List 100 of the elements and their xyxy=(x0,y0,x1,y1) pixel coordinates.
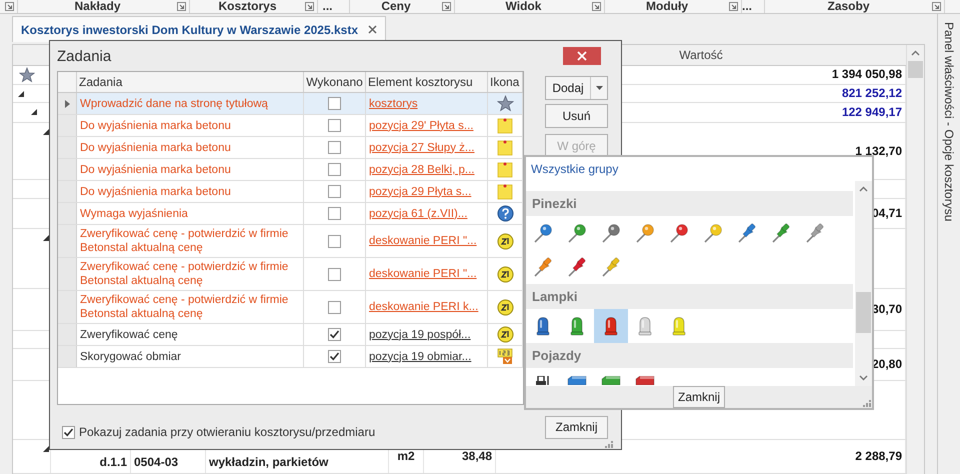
done-checkbox[interactable] xyxy=(328,141,341,154)
ribbon-group-label: ... xyxy=(321,0,334,13)
picker-title: Wszystkie grupy xyxy=(530,161,620,178)
task-text: Wymaga wyjaśnienia xyxy=(80,206,188,220)
value-cell: 1 394 050,98 xyxy=(832,67,902,82)
expander-icon[interactable] xyxy=(43,446,49,452)
value-cell: 821 252,12 xyxy=(842,86,902,102)
scrollbar[interactable] xyxy=(855,181,872,386)
task-row[interactable]: Zweryfikować cenę pozycja 19 pospół... xyxy=(58,324,523,346)
task-row[interactable]: Do wyjaśnienia marka betonu pozycja 29 Płyta s... xyxy=(58,181,523,203)
element-link[interactable]: kosztorys xyxy=(369,96,418,110)
value-cell: 122 949,17 xyxy=(842,105,902,120)
value-cell: 1 132,70 xyxy=(855,144,902,159)
dialog-launcher-icon[interactable] xyxy=(305,2,314,11)
help-icon xyxy=(496,205,514,222)
element-link[interactable]: pozycja 61 (z.VII)... xyxy=(369,206,468,220)
task-text: Do wyjaśnienia marka betonu xyxy=(80,118,231,132)
done-checkbox[interactable] xyxy=(328,328,341,341)
dialog-launcher-icon[interactable] xyxy=(442,2,451,11)
dialog-launcher-icon[interactable] xyxy=(932,2,941,11)
resize-grip-icon[interactable] xyxy=(605,440,613,448)
dialog-launcher-icon[interactable] xyxy=(592,2,601,11)
done-checkbox[interactable] xyxy=(328,185,341,198)
ribbon-group-label: ... xyxy=(742,0,752,13)
task-row[interactable]: Zweryfikować cenę - potwierdzić w firmie Betonstal aktualną cenę deskowanie PERI "... xyxy=(58,225,523,258)
close-button[interactable] xyxy=(563,47,601,65)
task-row[interactable]: Do wyjaśnienia marka betonu pozycja 28 Belki, p... xyxy=(58,159,523,181)
element-link[interactable]: pozycja 28 Belki, p... xyxy=(369,162,474,176)
dialog-launcher-icon[interactable] xyxy=(5,2,14,11)
task-row[interactable]: Do wyjaśnienia marka betonu pozycja 27 Słupy ż... xyxy=(58,137,523,159)
done-checkbox[interactable] xyxy=(328,300,341,314)
star-icon xyxy=(19,66,35,83)
side-panel-tab[interactable]: Panel właściwości - Opcje kosztorysu xyxy=(942,22,956,474)
table-cell: d.1.1 xyxy=(100,455,127,470)
task-row[interactable]: Do wyjaśnienia marka betonu pozycja 29' Płyta s... xyxy=(58,115,523,137)
group-header: Lampki xyxy=(526,284,853,309)
scroll-up-icon[interactable] xyxy=(911,50,920,56)
element-link[interactable]: pozycja 19 pospół... xyxy=(369,328,471,342)
done-checkbox[interactable] xyxy=(328,234,341,248)
column-header[interactable]: Wykonano xyxy=(306,75,363,89)
scroll-down-icon[interactable] xyxy=(859,375,868,381)
table-cell: 0504-03 xyxy=(134,455,178,470)
value-cell: 2 288,79 xyxy=(855,449,902,464)
checkbox[interactable] xyxy=(62,426,75,438)
done-checkbox[interactable] xyxy=(328,163,341,176)
task-text: Wprowadzić dane na stronę tytułową xyxy=(80,96,268,110)
element-link[interactable]: deskowanie PERI k... xyxy=(369,300,478,314)
scroll-thumb[interactable] xyxy=(856,292,871,333)
scroll-up-icon[interactable] xyxy=(859,186,868,192)
task-row[interactable]: Skorygować obmiar pozycja 19 obmiar... xyxy=(58,346,523,368)
column-header[interactable]: Zadania xyxy=(79,75,122,89)
split-button[interactable]: Dodaj xyxy=(545,76,608,100)
task-text: Zweryfikować cenę - potwierdzić w firmie Betonstal aktualną cenę xyxy=(80,260,290,288)
document-tab[interactable]: Kosztorys inwestorski Dom Kultury w Warszawie 2025.kstx xyxy=(12,16,386,42)
resize-grip-icon[interactable] xyxy=(863,399,871,407)
ribbon-group-label: Kosztorys xyxy=(217,0,278,13)
close-dialog-button[interactable]: Zamknij xyxy=(545,416,608,438)
ribbon-group-label: Nakłady xyxy=(73,0,122,13)
element-link[interactable]: deskowanie PERI "... xyxy=(369,267,477,281)
done-checkbox[interactable] xyxy=(328,207,341,220)
sticky-note-icon xyxy=(497,161,513,178)
task-row[interactable]: Zweryfikować cenę - potwierdzić w firmie Betonstal aktualną cenę deskowanie PERI "... xyxy=(58,258,523,291)
done-checkbox[interactable] xyxy=(328,119,341,132)
element-link[interactable]: pozycja 29' Płyta s... xyxy=(369,118,474,132)
column-header[interactable]: Ikona xyxy=(490,75,520,89)
task-text: Zweryfikować cenę - potwierdzić w firmie Betonstal aktualną cenę xyxy=(80,227,290,255)
value-cell: 20,80 xyxy=(872,357,902,372)
done-checkbox[interactable] xyxy=(328,350,341,363)
task-text: Do wyjaśnienia marka betonu xyxy=(80,184,231,198)
done-checkbox[interactable] xyxy=(328,268,341,280)
element-link[interactable]: pozycja 27 Słupy ż... xyxy=(369,140,474,154)
expander-icon[interactable] xyxy=(31,109,37,116)
sticky-note-icon xyxy=(497,117,513,134)
close-icon[interactable] xyxy=(368,25,378,34)
task-row[interactable]: Zweryfikować cenę - potwierdzić w firmie Betonstal aktualną cenę deskowanie PERI k... xyxy=(58,291,523,324)
scroll-thumb[interactable] xyxy=(908,61,923,78)
ribbon-group-label: Ceny xyxy=(380,0,412,13)
done-checkbox[interactable] xyxy=(328,97,341,110)
close-picker-button[interactable]: Zamknij xyxy=(672,386,725,408)
checkbox-label: Pokazuj zadania przy otwieraniu kosztorysu/przedmiaru xyxy=(79,425,376,439)
row-indicator-icon xyxy=(64,100,70,108)
expander-icon[interactable] xyxy=(18,90,24,97)
table-cell: 38,48 xyxy=(462,449,492,464)
scrollbar[interactable] xyxy=(906,45,924,474)
element-link[interactable]: deskowanie PERI "... xyxy=(369,234,477,248)
ribbon-group-label: Moduły xyxy=(645,0,689,13)
column-header[interactable]: Wartość xyxy=(679,48,723,62)
star-icon xyxy=(496,95,514,112)
dialog-launcher-icon[interactable] xyxy=(729,2,738,11)
group-header: Pojazdy xyxy=(526,343,853,368)
dialog-launcher-icon[interactable] xyxy=(177,2,186,11)
caret-icon[interactable] xyxy=(596,86,602,90)
task-row[interactable]: Wymaga wyjaśnienia pozycja 61 (z.VII)... xyxy=(58,203,523,225)
calculator-icon xyxy=(497,348,513,365)
element-link[interactable]: pozycja 29 Płyta s... xyxy=(369,184,472,198)
dialog-button[interactable]: Usuń xyxy=(545,104,608,128)
task-row[interactable]: Wprowadzić dane na stronę tytułową kosztorys xyxy=(58,93,523,115)
column-header[interactable]: Element kosztorysu xyxy=(368,75,473,89)
element-link[interactable]: pozycja 19 obmiar... xyxy=(369,350,472,364)
task-text: Zweryfikować cenę xyxy=(80,328,178,342)
